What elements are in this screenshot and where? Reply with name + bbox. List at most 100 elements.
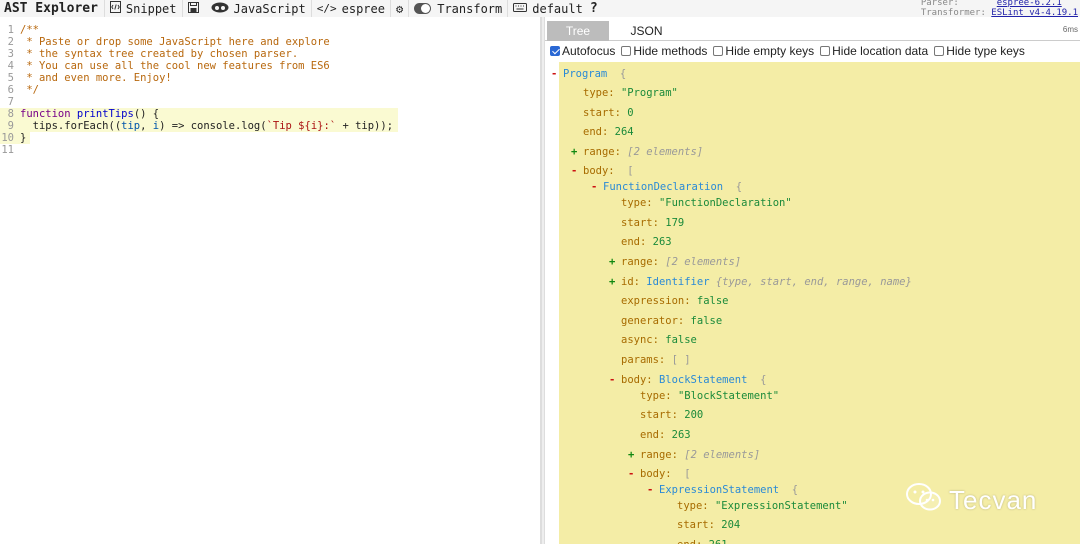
snippet-button[interactable]: Snippet (103, 0, 182, 17)
hide-location-data-option[interactable]: Hide location data (820, 44, 928, 58)
tree-prop-collapsed[interactable]: + id: Identifier {type, start, end, range… (609, 275, 912, 289)
option-label: Autofocus (562, 43, 616, 58)
watermark: Tecvan (905, 482, 1037, 519)
gear-icon: ⚙ (395, 1, 404, 16)
transform-toggle[interactable]: Transform (408, 0, 507, 17)
tree-prop: params: [ ] (621, 354, 691, 366)
tree-prop: type: "Program" (583, 87, 678, 99)
autofocus-option[interactable]: Autofocus (550, 44, 615, 58)
option-label: Hide methods (633, 43, 708, 58)
tree-prop: end: 263 (621, 236, 672, 248)
transformer-info-label: Transformer: (920, 8, 986, 17)
parse-time: 6ms (1062, 25, 1078, 34)
code-line-highlighted: 8 function printTips() { (0, 108, 398, 120)
code-line: 5 * and even more. Enjoy! (7, 72, 172, 84)
tree-prop: expression: false (621, 295, 729, 307)
option-label: Hide empty keys (725, 43, 815, 58)
watermark-text: Tecvan (949, 485, 1038, 515)
tree-node-expression-statement[interactable]: - ExpressionStatement { (647, 483, 798, 497)
collapse-icon[interactable]: - (591, 180, 603, 194)
transform-label: Transform (437, 1, 503, 16)
code-line: 2 * Paste or drop some JavaScript here a… (7, 36, 330, 48)
collapse-icon[interactable]: - (609, 373, 621, 387)
code-line: 3 * the syntax tree created by chosen pa… (7, 48, 299, 60)
code-line: 11 (1, 144, 14, 156)
tree-prop: end: 264 (583, 126, 634, 138)
checkbox-icon[interactable] (550, 45, 560, 56)
hide-type-keys-option[interactable]: Hide type keys (934, 44, 1025, 58)
tree-prop-collapsed[interactable]: + range: [2 elements] (571, 145, 703, 159)
parser-version-link[interactable]: espree-6.2.1 (997, 0, 1062, 8)
tree-prop-collapsed[interactable]: + range: [2 elements] (628, 448, 760, 462)
code-editor[interactable]: 1/** 2 * Paste or drop some JavaScript h… (0, 17, 541, 544)
tree-options: Autofocus Hide methods Hide empty keys H… (545, 41, 1080, 60)
output-tabs: Tree JSON 6ms (545, 17, 1080, 41)
tree-prop-expanded[interactable]: - body: [ (628, 467, 691, 481)
code-line: 6 */ (7, 84, 39, 96)
hide-empty-keys-option[interactable]: Hide empty keys (713, 44, 814, 58)
output-panel: Tree JSON 6ms Autofocus Hide methods Hid… (545, 17, 1080, 544)
wechat-icon (905, 482, 949, 519)
language-selector[interactable]: JavaScript (209, 0, 311, 17)
tab-json[interactable]: JSON (620, 21, 673, 41)
tree-prop-expanded[interactable]: - body: BlockStatement { (609, 373, 766, 387)
tree-prop: generator: false (621, 315, 723, 327)
code-line: 4 * You can use all the cool new feature… (7, 60, 330, 72)
tree-prop: start: 204 (677, 519, 741, 531)
language-icon (211, 2, 229, 16)
transformer-version-link[interactable]: ESLint v4-4.19.1 (991, 8, 1078, 17)
parser-settings-button[interactable]: ⚙ (389, 0, 408, 17)
save-button[interactable] (181, 0, 209, 17)
tree-prop: end: 263 (640, 429, 691, 441)
checkbox-icon[interactable] (621, 45, 632, 56)
parser-info: Parser: espree-6.2.1 Transformer: ESLint… (921, 0, 1078, 17)
keymap-label: default (532, 1, 583, 16)
tree-prop-expanded[interactable]: - body: [ (571, 164, 634, 178)
save-icon (187, 1, 199, 16)
checkbox-icon[interactable] (934, 45, 945, 56)
code-line: 1/** (7, 24, 39, 36)
parser-info-label: Parser: (920, 0, 959, 8)
tree-prop: start: 179 (621, 217, 685, 229)
help-button[interactable]: ? (588, 0, 603, 17)
collapse-icon[interactable]: - (551, 67, 563, 81)
app-title: AST Explorer (4, 1, 98, 16)
file-code-icon (109, 1, 121, 16)
code-line: 7 (7, 96, 14, 108)
toggle-icon (414, 3, 432, 14)
keymap-selector[interactable]: default (507, 0, 588, 17)
collapse-icon[interactable]: - (647, 483, 659, 497)
hide-methods-option[interactable]: Hide methods (621, 44, 707, 58)
tree-node-program[interactable]: - Program { (551, 67, 626, 81)
tree-prop: start: 200 (640, 409, 704, 421)
tree-prop: type: "BlockStatement" (640, 390, 780, 402)
toolbar: AST Explorer Snippet JavaScript </> espr… (0, 0, 1080, 17)
ast-tree: - Program { type: "Program" start: 0 end:… (545, 62, 1080, 544)
help-icon: ? (589, 1, 598, 16)
tree-prop: start: 0 (583, 107, 634, 119)
expand-icon[interactable]: + (609, 255, 621, 269)
code-line-highlighted: 9 tips.forEach((tip, i) => console.log(`… (0, 120, 398, 132)
checkbox-icon[interactable] (820, 45, 831, 56)
tree-prop: async: false (621, 334, 697, 346)
code-icon: </> (316, 2, 337, 15)
tree-prop: end: 261 (677, 538, 728, 544)
tree-prop: type: "ExpressionStatement" (677, 500, 848, 512)
parser-label: espree (341, 1, 385, 16)
tree-node-function-declaration[interactable]: - FunctionDeclaration { (591, 180, 742, 194)
collapse-icon[interactable]: - (571, 164, 583, 178)
keyboard-icon (513, 2, 528, 15)
tree-prop: type: "FunctionDeclaration" (621, 197, 792, 209)
tab-tree[interactable]: Tree (547, 21, 609, 41)
expand-icon[interactable]: + (628, 448, 640, 462)
expand-icon[interactable]: + (609, 275, 621, 289)
tree-prop-collapsed[interactable]: + range: [2 elements] (609, 255, 741, 269)
checkbox-icon[interactable] (713, 45, 724, 56)
parser-selector[interactable]: </> espree (310, 0, 390, 17)
collapse-icon[interactable]: - (628, 467, 640, 481)
option-label: Hide type keys (946, 43, 1025, 58)
snippet-label: Snippet (125, 1, 177, 16)
code-line-highlighted: 10} (0, 132, 30, 144)
expand-icon[interactable]: + (571, 145, 583, 159)
language-label: JavaScript (233, 1, 306, 16)
